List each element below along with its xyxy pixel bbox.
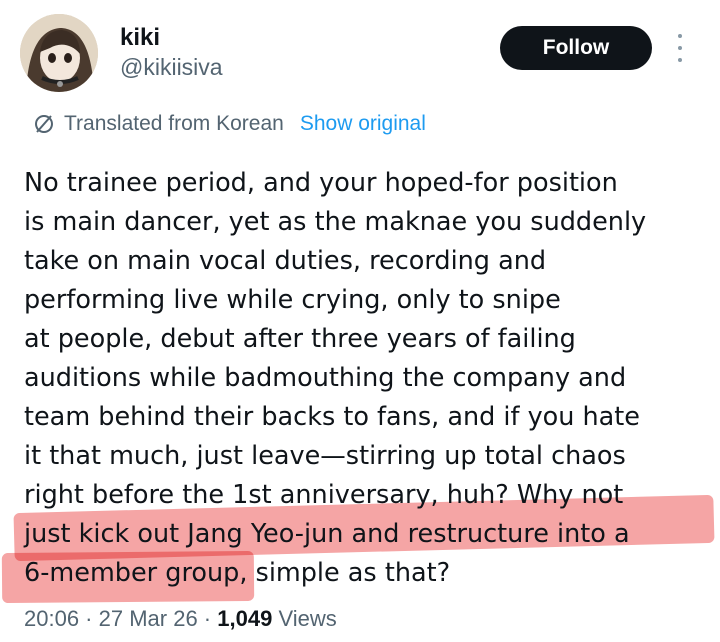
translated-label: Translated from Korean: [64, 112, 284, 135]
more-options-icon[interactable]: [672, 34, 688, 62]
meta-separator: ·: [79, 606, 99, 631]
display-name[interactable]: kiki: [120, 24, 160, 52]
tweet-line: performing live while crying, only to sn…: [24, 285, 561, 315]
tweet-line: 6-member group, simple as that?: [24, 558, 451, 588]
translate-globe-icon: [35, 115, 53, 133]
more-dot: [678, 58, 682, 62]
avatar-image: [20, 14, 98, 92]
tweet-line: just kick out Jang Yeo-jun and restructu…: [24, 519, 630, 549]
profile-avatar[interactable]: [20, 14, 98, 92]
user-handle[interactable]: @kikiisiva: [120, 54, 223, 81]
tweet-line: auditions while badmouthing the company …: [24, 363, 627, 393]
tweet-line: take on main vocal duties, recording and: [24, 246, 547, 276]
tweet-meta: 20:06 · 27 Mar 26 · 1,049 Views: [24, 606, 337, 632]
more-dot: [678, 46, 682, 50]
tweet-body: No trainee period, and your hoped-for po…: [24, 164, 646, 593]
tweet-line: right before the 1st anniversary, huh? W…: [24, 480, 624, 510]
meta-separator: ·: [197, 606, 218, 631]
translation-bar: Translated from Korean Show original: [32, 110, 426, 138]
more-dot: [678, 34, 682, 38]
tweet-line: it that much, just leave—stirring up tot…: [24, 441, 626, 471]
views-count[interactable]: 1,049: [217, 606, 272, 631]
tweet-line: is main dancer, yet as the maknae you su…: [24, 207, 647, 237]
tweet-date[interactable]: 27 Mar 26: [99, 606, 198, 631]
show-original-link[interactable]: Show original: [300, 112, 426, 136]
tweet-line: at people, debut after three years of fa…: [24, 324, 576, 354]
tweet-line: No trainee period, and your hoped-for po…: [24, 168, 618, 198]
tweet-line: team behind their backs to fans, and if …: [24, 402, 640, 432]
views-label: Views: [278, 606, 337, 631]
follow-button[interactable]: Follow: [500, 26, 652, 70]
tweet-time[interactable]: 20:06: [24, 606, 79, 631]
